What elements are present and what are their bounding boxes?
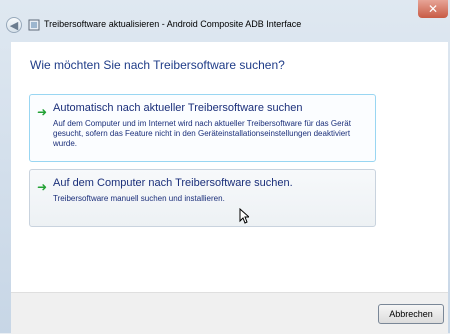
cancel-button[interactable]: Abbrechen [378, 304, 444, 324]
option-title: Automatisch nach aktueller Treibersoftwa… [53, 102, 303, 114]
close-icon: ✕ [427, 2, 439, 16]
option-title: Auf dem Computer nach Treibersoftware su… [53, 177, 293, 189]
content-area: Wie möchten Sie nach Treibersoftware suc… [11, 42, 448, 292]
option-description: Treibersoftware manuell suchen und insta… [53, 194, 225, 203]
wizard-window: ◀ Treibersoftware aktualisieren - Androi… [0, 0, 450, 334]
page-heading: Wie möchten Sie nach Treibersoftware suc… [30, 58, 285, 72]
green-arrow-icon: ➜ [37, 180, 48, 194]
titlebar: ◀ Treibersoftware aktualisieren - Androi… [0, 0, 450, 40]
back-arrow-icon: ◀ [9, 19, 19, 32]
footer-bar: Abbrechen [11, 292, 448, 334]
mouse-cursor-icon [239, 208, 249, 224]
option-description: Auf dem Computer und im Internet wird na… [53, 119, 351, 148]
device-manager-icon [28, 19, 40, 31]
window-title: Treibersoftware aktualisieren - Android … [44, 19, 302, 29]
browse-computer-option[interactable]: ➜ Auf dem Computer nach Treibersoftware … [29, 169, 376, 227]
search-automatically-option[interactable]: ➜ Automatisch nach aktueller Treibersoft… [29, 94, 376, 162]
green-arrow-icon: ➜ [37, 105, 48, 119]
back-button[interactable]: ◀ [6, 17, 22, 33]
close-button[interactable]: ✕ [418, 0, 448, 18]
